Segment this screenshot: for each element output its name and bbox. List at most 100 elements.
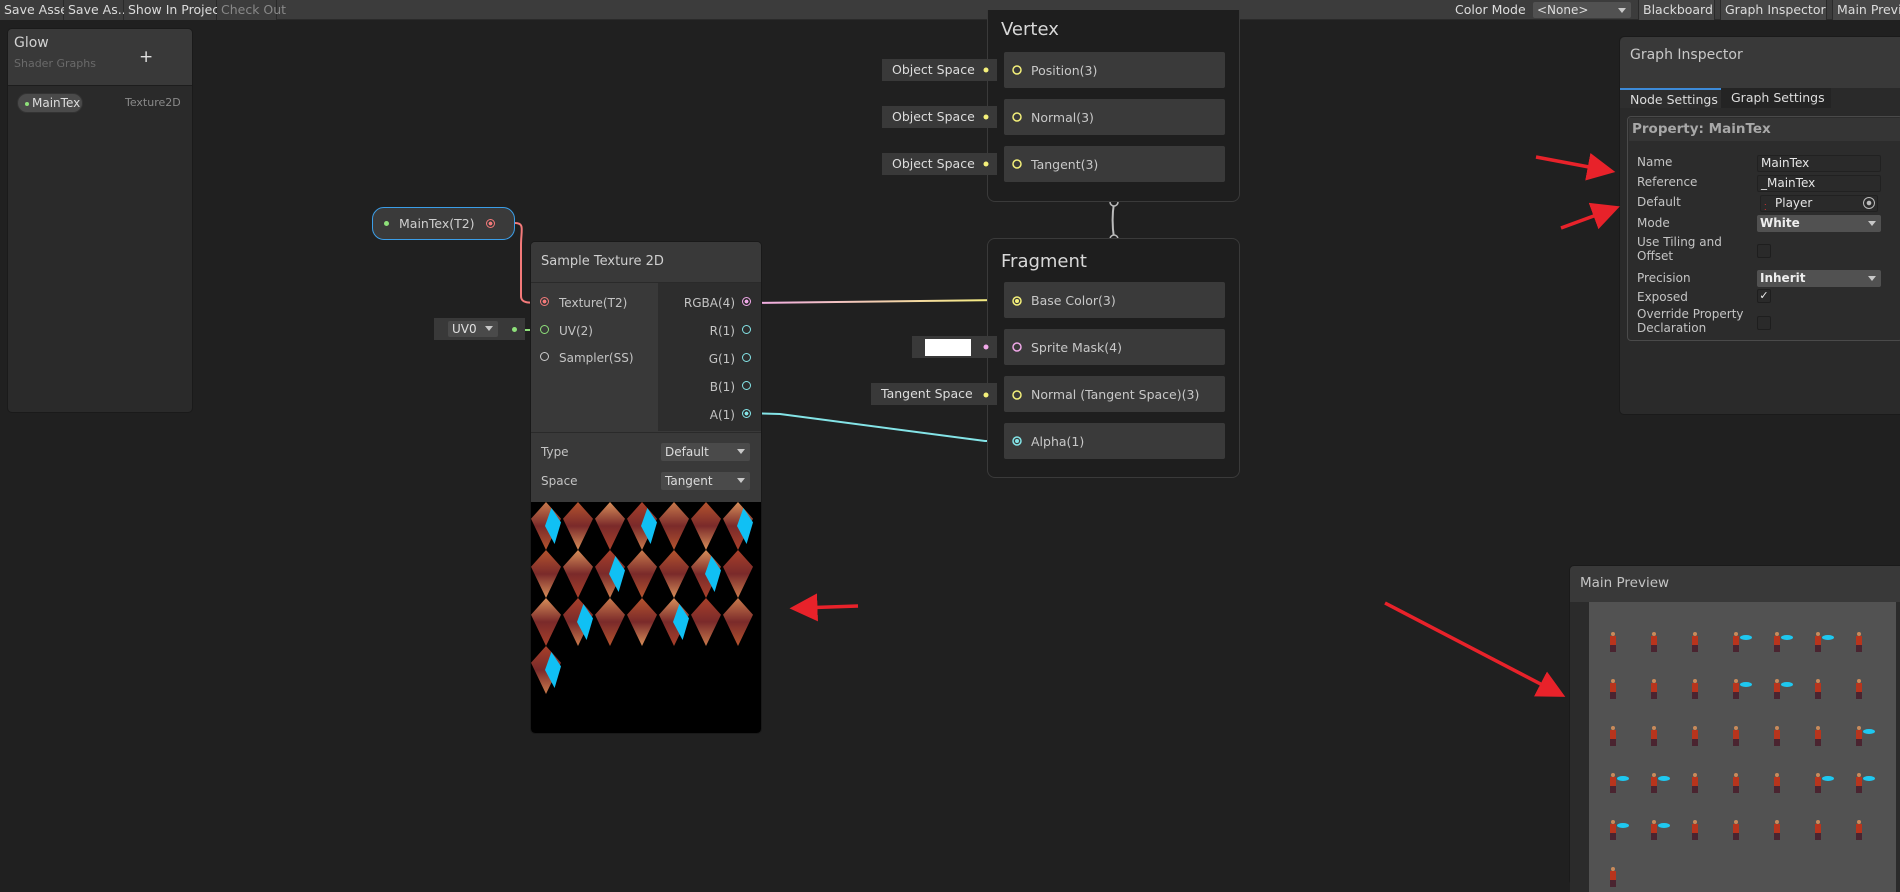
sprite-frame (1773, 773, 1781, 793)
sprite-frame (1814, 679, 1822, 699)
sprite-frame (1650, 632, 1658, 652)
space-label: Space (541, 474, 578, 488)
b-output-port[interactable] (742, 381, 751, 390)
node-header: Sample Texture 2D (531, 242, 761, 283)
name-label: Name (1637, 155, 1673, 169)
fragment-title: Fragment (1001, 251, 1087, 272)
object-space-input[interactable]: Object Space (882, 153, 997, 175)
section-title: Property: MainTex (1632, 121, 1771, 137)
name-field[interactable]: MainTex (1757, 155, 1881, 172)
port-label: Texture(T2) (559, 296, 628, 310)
type-value: Default (665, 445, 709, 459)
tiling-checkbox[interactable] (1757, 244, 1771, 258)
texture-tile (691, 598, 721, 646)
sprite-frame (1855, 679, 1863, 699)
sampler-input-port[interactable] (540, 352, 549, 361)
a-output-port[interactable] (742, 409, 751, 418)
vertex-port-tangent[interactable]: Tangent(3) (1004, 146, 1225, 182)
preview-viewport[interactable] (1570, 602, 1900, 892)
sprite-frame (1650, 773, 1670, 793)
sprite-frame (1773, 632, 1793, 652)
uv-input-port[interactable] (540, 325, 549, 334)
chevron-down-icon (485, 326, 493, 331)
exposed-checkbox[interactable]: ✓ (1757, 289, 1771, 303)
type-dropdown[interactable]: Default (661, 443, 750, 461)
default-value: Player (1775, 196, 1813, 210)
port-label: R(1) (709, 324, 735, 338)
rgba-output-port[interactable] (742, 297, 751, 306)
sprite-frame (1609, 632, 1617, 652)
fragment-block: Fragment Base Color(3) Sprite Mask(4) No… (987, 238, 1240, 478)
property-dot-icon (384, 221, 389, 226)
sprite-frame (1691, 726, 1699, 746)
object-space-input[interactable]: Object Space (882, 106, 997, 128)
sprite-frame (1650, 679, 1658, 699)
sprite-frame (1814, 726, 1822, 746)
tiling-label: Use Tiling and Offset (1637, 235, 1722, 263)
type-label: Type (541, 445, 569, 459)
space-value: Tangent (665, 474, 713, 488)
tab-node-settings[interactable]: Node Settings (1620, 88, 1721, 108)
g-output-port[interactable] (742, 353, 751, 362)
space-dropdown[interactable]: Tangent (661, 472, 750, 490)
r-output-port[interactable] (742, 325, 751, 334)
sprite-frame (1855, 726, 1875, 746)
chevron-down-icon (1868, 221, 1876, 226)
default-texture-field[interactable]: ⁚ Player (1760, 195, 1878, 212)
sample-texture-2d-node[interactable]: Sample Texture 2D Texture(T2) UV(2) Samp… (531, 242, 761, 733)
chevron-down-icon (737, 478, 745, 483)
wire-alpha (745, 412, 1003, 442)
override-checkbox[interactable] (1757, 316, 1771, 330)
sprite-frame (1855, 632, 1863, 652)
wire-vertex-fragment (1111, 202, 1115, 239)
sprite-mask-color-input[interactable] (912, 336, 997, 358)
port-label: A(1) (709, 408, 735, 422)
port-label: RGBA(4) (683, 296, 735, 310)
precision-label: Precision (1637, 271, 1691, 285)
fragment-port-alpha[interactable]: Alpha(1) (1004, 423, 1225, 459)
fragment-port-sprite-mask[interactable]: Sprite Mask(4) (1004, 329, 1225, 365)
sprite-sheet-preview (1589, 602, 1896, 892)
tangent-space-input[interactable]: Tangent Space (871, 383, 997, 405)
vertex-title: Vertex (1001, 19, 1059, 40)
maintex-property-node[interactable]: MainTex(T2) (372, 207, 515, 240)
sprite-frame (1732, 679, 1752, 699)
texture-output-port[interactable] (486, 219, 495, 228)
object-space-input[interactable]: Object Space (882, 59, 997, 81)
reference-label: Reference (1637, 175, 1698, 189)
mode-label: Mode (1637, 216, 1670, 230)
fragment-port-base-color[interactable]: Base Color(3) (1004, 282, 1225, 318)
sprite-frame (1814, 820, 1822, 840)
texture-tile (659, 550, 689, 598)
sprite-frame (1773, 820, 1781, 840)
exposed-label: Exposed (1637, 290, 1688, 304)
vertex-port-normal[interactable]: Normal(3) (1004, 99, 1225, 135)
reference-field[interactable]: _MainTex (1757, 175, 1881, 192)
color-swatch[interactable] (925, 339, 971, 356)
precision-dropdown[interactable]: Inherit (1757, 270, 1881, 287)
default-label: Default (1637, 195, 1681, 209)
sprite-frame (1732, 820, 1740, 840)
wire-rgba-basecolor (745, 299, 1004, 304)
sprite-frame (1691, 632, 1699, 652)
inspector-title: Graph Inspector (1630, 47, 1743, 63)
texture-preview-image (531, 502, 761, 733)
mode-dropdown[interactable]: White (1757, 215, 1881, 232)
uv-output-port[interactable] (512, 327, 517, 332)
uv-channel-dropdown[interactable]: UV0 (448, 321, 498, 337)
sprite-frame (1773, 679, 1793, 699)
main-preview-title: Main Preview (1580, 575, 1670, 591)
sprite-frame (1732, 773, 1740, 793)
texture-tile (563, 502, 593, 550)
sprite-frame (1691, 773, 1699, 793)
port-label: Sampler(SS) (559, 351, 634, 365)
object-picker-icon[interactable] (1863, 197, 1875, 209)
fragment-port-normal[interactable]: Normal (Tangent Space)(3) (1004, 376, 1225, 412)
vertex-port-position[interactable]: Position(3) (1004, 52, 1225, 88)
texture-input-port[interactable] (540, 297, 549, 306)
vertex-block: Vertex Position(3) Normal(3) Tangent(3) (987, 10, 1240, 202)
tab-graph-settings[interactable]: Graph Settings (1721, 88, 1831, 108)
texture-tile (723, 598, 753, 646)
texture-tile (627, 550, 657, 598)
override-label: Override Property Declaration (1637, 307, 1744, 335)
